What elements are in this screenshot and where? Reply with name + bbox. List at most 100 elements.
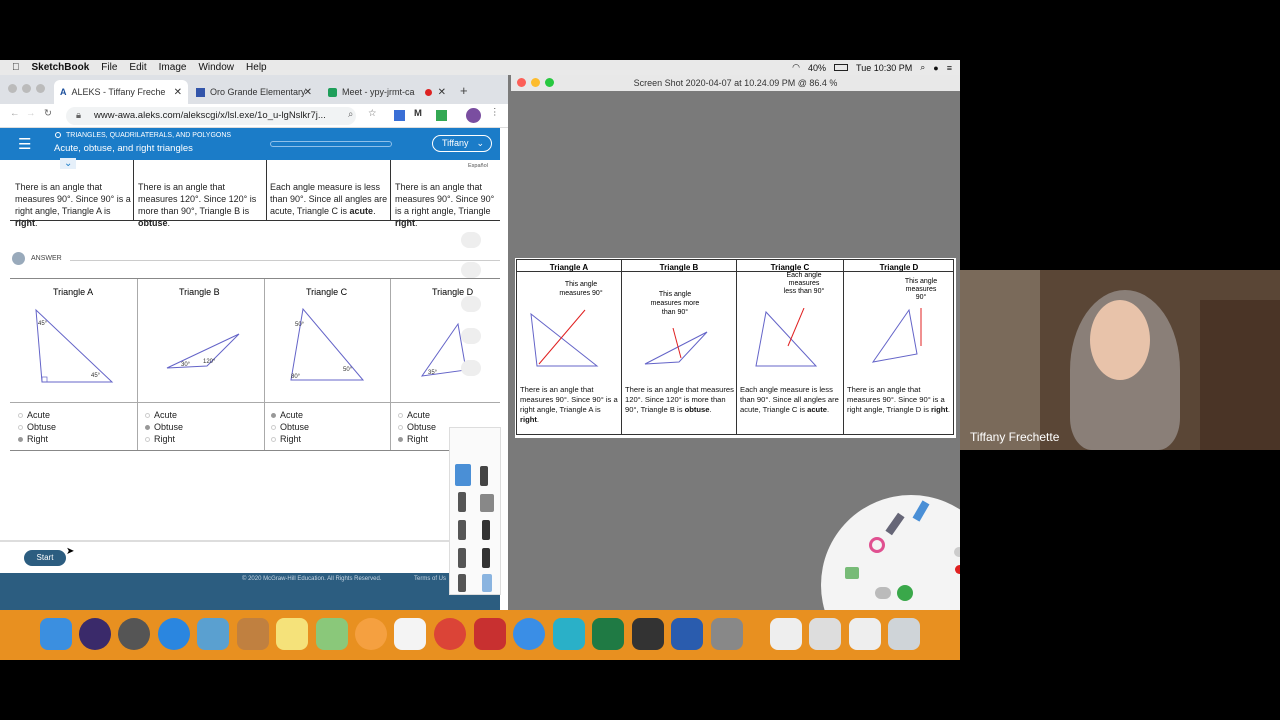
dock-unknown-app-icon[interactable]	[553, 618, 585, 650]
espanol-link[interactable]: Español	[468, 163, 488, 169]
close-window-icon[interactable]	[517, 78, 526, 87]
undo-icon[interactable]	[875, 587, 891, 599]
dock-maps-icon[interactable]	[316, 618, 348, 650]
dock-siri-icon[interactable]	[79, 618, 111, 650]
radio-acute[interactable]: Acute	[398, 409, 436, 421]
tab-meet[interactable]: Meet - ypy-jrmt-ca ✕	[322, 80, 452, 104]
dock-safari-icon[interactable]	[158, 618, 190, 650]
radio-right[interactable]: Right	[18, 433, 56, 445]
dock-sketchbook-icon[interactable]	[474, 618, 506, 650]
tab-oro-grande[interactable]: Oro Grande Elementary ✕	[190, 80, 318, 104]
battery-icon[interactable]	[834, 64, 849, 71]
tab-aleks[interactable]: A ALEKS - Tiffany Freche ✕	[54, 80, 188, 104]
video-tool-icon[interactable]	[461, 262, 481, 278]
wifi-icon[interactable]: ◠	[792, 62, 800, 73]
dock-downloads-icon[interactable]	[849, 618, 881, 650]
dock-chrome-icon[interactable]	[434, 618, 466, 650]
radio-obtuse[interactable]: Obtuse	[271, 421, 309, 433]
dock-messages-icon[interactable]	[513, 618, 545, 650]
menu-file[interactable]: File	[101, 62, 117, 73]
new-tab-icon[interactable]: +	[460, 83, 468, 98]
brush-ink-icon[interactable]	[482, 520, 490, 540]
minimize-window-icon[interactable]	[22, 84, 31, 93]
hamburger-menu-icon[interactable]: ☰	[18, 135, 31, 153]
profile-avatar[interactable]	[466, 108, 481, 123]
brush-airbrush-icon[interactable]	[458, 520, 466, 540]
brush-marker-icon[interactable]	[458, 492, 466, 512]
dock-printer-icon[interactable]	[632, 618, 664, 650]
dock-calculator-icon[interactable]	[711, 618, 743, 650]
brush-highlighter-icon[interactable]	[482, 574, 492, 592]
radio-obtuse[interactable]: Obtuse	[18, 421, 56, 433]
menu-edit[interactable]: Edit	[129, 62, 146, 73]
brush-eraser-icon[interactable]	[480, 494, 494, 512]
canvas-image[interactable]: Triangle A Triangle B Triangle C Triangl…	[515, 258, 956, 438]
radio-right[interactable]: Right	[271, 433, 309, 445]
minimize-window-icon[interactable]	[531, 78, 540, 87]
dock-launchpad-icon[interactable]	[118, 618, 150, 650]
menu-help[interactable]: Help	[246, 62, 267, 73]
radio-obtuse[interactable]: Obtuse	[398, 421, 436, 433]
dock-photos-icon[interactable]	[355, 618, 387, 650]
color-wheel-icon[interactable]	[869, 537, 885, 553]
radio-acute[interactable]: Acute	[145, 409, 183, 421]
close-tab-icon[interactable]: ✕	[438, 87, 446, 98]
apple-icon[interactable]: 	[12, 62, 20, 73]
brush-paint-icon[interactable]	[458, 548, 466, 568]
brush-size-icon[interactable]	[954, 547, 960, 557]
expand-chevron-icon[interactable]: ⌄	[60, 158, 77, 169]
radio-right[interactable]: Right	[145, 433, 183, 445]
back-icon[interactable]: ←	[10, 108, 20, 119]
close-tab-icon[interactable]: ✕	[304, 87, 312, 98]
dock-excel-icon[interactable]	[592, 618, 624, 650]
radio-acute[interactable]: Acute	[271, 409, 309, 421]
brush-pen-icon[interactable]	[480, 466, 488, 486]
bookmark-star-icon[interactable]: ☆	[368, 108, 377, 119]
layers-icon[interactable]	[845, 567, 859, 579]
radio-right[interactable]: Right	[398, 433, 436, 445]
dock-calendar-icon[interactable]	[394, 618, 426, 650]
terms-link[interactable]: Terms of Us	[414, 576, 446, 582]
brush-chisel-icon[interactable]	[458, 574, 466, 592]
drive-extension-icon[interactable]	[436, 110, 447, 121]
reload-icon[interactable]: ↻	[44, 108, 52, 119]
dock-trash-icon[interactable]	[888, 618, 920, 650]
pen-tool-icon[interactable]	[912, 500, 930, 522]
close-tab-icon[interactable]: ✕	[174, 87, 182, 98]
gmail-extension-icon[interactable]: M	[414, 108, 422, 119]
start-button[interactable]: Start	[24, 550, 66, 566]
kebab-menu-icon[interactable]: ⋮	[490, 107, 500, 118]
zoom-window-icon[interactable]	[36, 84, 45, 93]
red-color-swatch[interactable]	[955, 565, 960, 574]
clock[interactable]: Tue 10:30 PM	[856, 63, 912, 73]
siri-icon[interactable]: ●	[933, 63, 938, 73]
print-tool-icon[interactable]	[461, 360, 481, 376]
brush-pencil-icon[interactable]	[455, 464, 471, 486]
textbook-tool-icon[interactable]	[461, 296, 481, 312]
dock-folder-icon[interactable]	[237, 618, 269, 650]
radio-acute[interactable]: Acute	[18, 409, 56, 421]
app-menu-name[interactable]: SketchBook	[32, 62, 90, 73]
dock-notes-icon[interactable]	[276, 618, 308, 650]
dock-screenshot-icon[interactable]	[809, 618, 841, 650]
search-icon[interactable]: ⌕	[920, 62, 925, 73]
radio-obtuse[interactable]: Obtuse	[145, 421, 183, 433]
calculator-tool-icon[interactable]	[461, 232, 481, 248]
dock-document-icon[interactable]	[770, 618, 802, 650]
dock-finder-icon[interactable]	[40, 618, 72, 650]
search-icon[interactable]: ⌕	[348, 109, 353, 120]
mail-tool-icon[interactable]	[461, 328, 481, 344]
dock-preview-icon[interactable]	[197, 618, 229, 650]
url-field[interactable]: 🔒︎ www-awa.aleks.com/alekscgi/x/lsl.exe/…	[66, 107, 356, 125]
zoom-window-icon[interactable]	[545, 78, 554, 87]
menu-window[interactable]: Window	[198, 62, 234, 73]
menu-image[interactable]: Image	[159, 62, 187, 73]
forward-icon[interactable]: →	[26, 108, 36, 119]
menu-list-icon[interactable]: ≡	[947, 63, 952, 73]
brush-tool-icon[interactable]	[885, 512, 905, 536]
extension-icon[interactable]	[394, 110, 405, 121]
close-window-icon[interactable]	[8, 84, 17, 93]
user-menu-button[interactable]: Tiffany ⌄	[432, 135, 492, 152]
brush-fine-pen-icon[interactable]	[482, 548, 490, 568]
dock-word-icon[interactable]	[671, 618, 703, 650]
